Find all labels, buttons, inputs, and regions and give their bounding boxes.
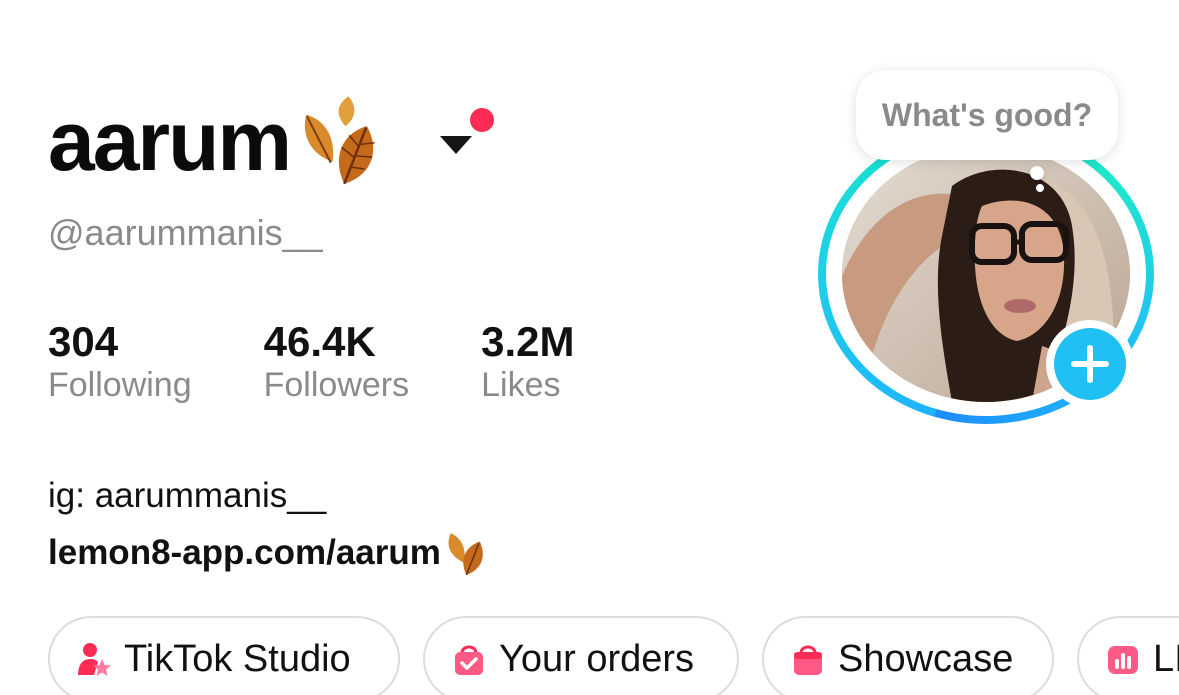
stat-following[interactable]: 304 Following	[48, 318, 192, 405]
pill-label: Your orders	[499, 637, 695, 680]
fallen-leaf-emoji	[448, 533, 483, 576]
notification-dot	[470, 108, 494, 132]
stat-value: 3.2M	[481, 318, 575, 365]
pill-label: TikTok Studio	[124, 637, 351, 680]
stat-followers[interactable]: 46.4K Followers	[264, 318, 409, 405]
fallen-leaf-emoji	[294, 96, 390, 186]
stat-value: 46.4K	[263, 318, 376, 365]
chevron-down-icon	[440, 136, 472, 154]
your-orders-button[interactable]: Your orders	[423, 616, 739, 695]
display-name: aarum	[48, 94, 292, 188]
shopping-bag-check-icon	[455, 645, 483, 675]
profile-stats: 304 Following 46.4K Followers 3.2M Likes	[48, 318, 646, 405]
shopping-bag-icon	[794, 645, 822, 675]
note-bubble-text: What's good?	[881, 96, 1093, 133]
bio-link-row[interactable]: lemon8-app.com/aarum	[48, 530, 493, 576]
stat-label: Likes	[481, 366, 561, 405]
note-bubble[interactable]: What's good?	[856, 70, 1118, 160]
analytics-icon	[1108, 646, 1138, 674]
add-story-button[interactable]	[1046, 320, 1134, 408]
profile-screen: aarum @aarummanis__ 304 Following 46.4K …	[0, 0, 1179, 695]
pill-label: Showcase	[838, 637, 1014, 680]
stat-label: Followers	[263, 366, 410, 405]
profile-name-row: aarum	[48, 96, 390, 186]
bio-text: ig: aarummanis__	[48, 476, 327, 515]
tiktok-studio-button[interactable]: TikTok Studio	[48, 616, 400, 695]
username-handle: @aarummanis__	[48, 212, 323, 253]
plus-icon	[1054, 328, 1126, 400]
stat-value: 304	[48, 318, 119, 365]
note-bubble-tail-dot	[1036, 184, 1044, 192]
stat-likes[interactable]: 3.2M Likes	[481, 318, 574, 405]
analytics-button[interactable]: LI	[1077, 616, 1179, 695]
showcase-button[interactable]: Showcase	[762, 616, 1054, 695]
tiktok-studio-icon	[78, 643, 111, 676]
bio-link[interactable]: lemon8-app.com/aarum	[48, 533, 441, 573]
note-bubble-tail	[1030, 166, 1044, 180]
stat-label: Following	[48, 366, 192, 405]
pill-label: LI	[1153, 637, 1179, 680]
account-switcher-button[interactable]	[440, 130, 496, 170]
